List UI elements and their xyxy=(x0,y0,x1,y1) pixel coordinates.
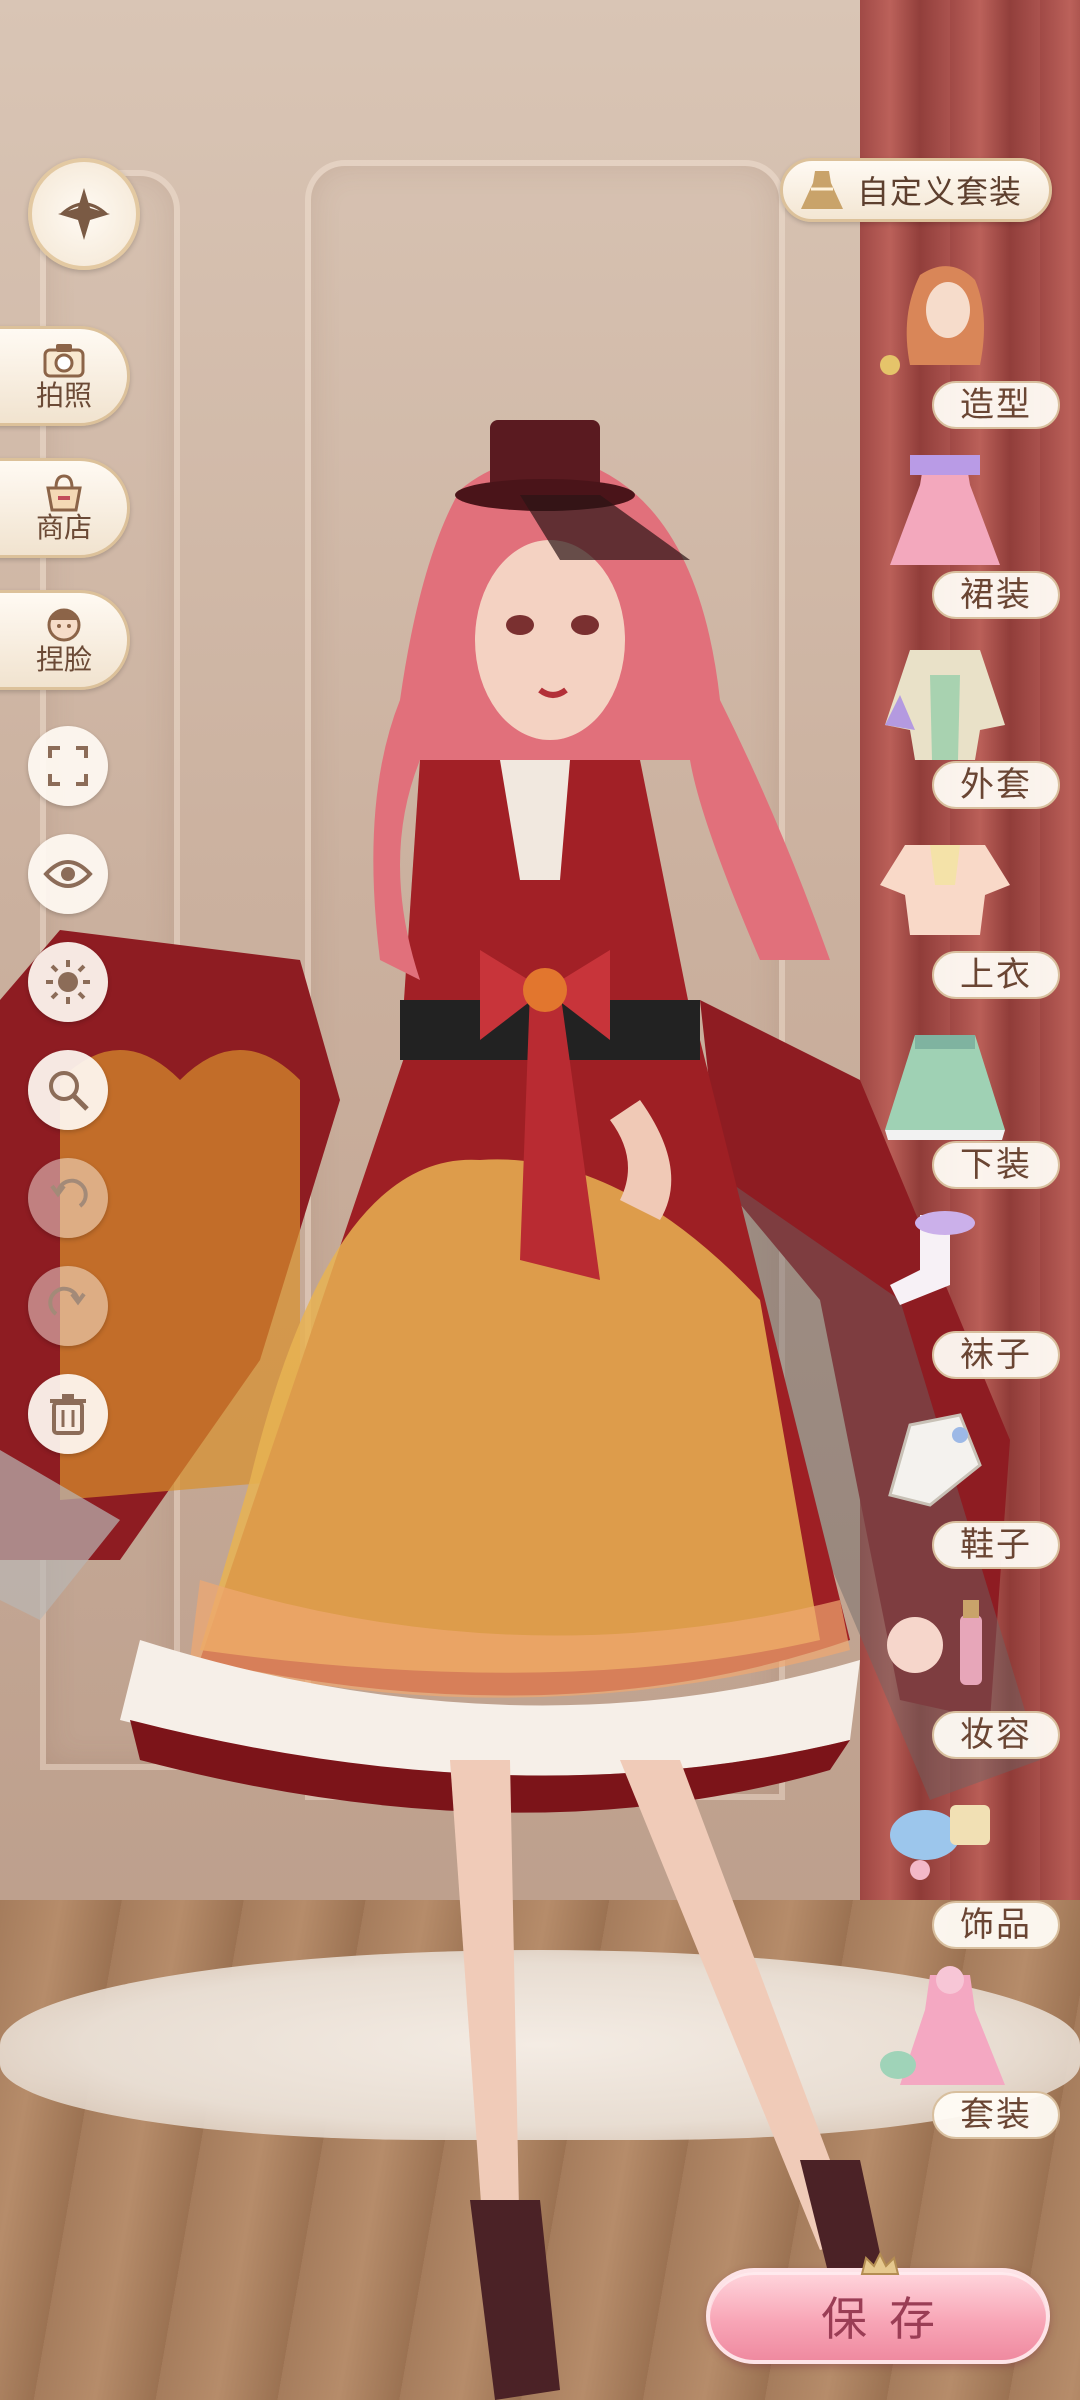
right-eye xyxy=(571,615,599,635)
delete-button[interactable] xyxy=(28,1374,108,1454)
category-dress[interactable]: 裙装 xyxy=(860,445,1070,625)
redo-icon xyxy=(48,1286,86,1316)
left-shoe xyxy=(470,2200,560,2400)
hide-ui-button[interactable] xyxy=(28,834,108,914)
goldfish-charm xyxy=(523,968,567,1012)
custom-outfit-button[interactable]: 自定义套装 xyxy=(780,158,1052,222)
shoes-icon xyxy=(888,1413,982,1507)
category-label: 鞋子 xyxy=(932,1521,1060,1569)
category-label: 造型 xyxy=(932,381,1060,429)
shop-label: 商店 xyxy=(35,511,92,544)
magnifier-icon xyxy=(49,1071,89,1111)
category-label: 袜子 xyxy=(932,1331,1060,1379)
socks-icon xyxy=(890,1211,975,1305)
outfit-set-icon xyxy=(880,1966,1005,2085)
category-socks[interactable]: 袜子 xyxy=(860,1205,1070,1385)
compass-star-icon xyxy=(58,188,110,240)
dress-icon xyxy=(801,171,843,209)
photo-label: 拍照 xyxy=(35,379,92,412)
undo-button[interactable] xyxy=(28,1158,108,1238)
dress-item-icon xyxy=(890,455,1000,565)
category-coat[interactable]: 外套 xyxy=(860,635,1070,815)
face-edit-label: 捏脸 xyxy=(35,643,92,676)
sun-icon xyxy=(46,960,90,1004)
top-icon xyxy=(880,845,1010,935)
category-hairstyle[interactable]: 造型 xyxy=(860,255,1070,435)
category-label: 外套 xyxy=(932,761,1060,809)
left-eye xyxy=(506,615,534,635)
category-shoes[interactable]: 鞋子 xyxy=(860,1395,1070,1575)
category-label: 套装 xyxy=(932,2091,1060,2139)
shop-button[interactable]: 商店 xyxy=(0,458,130,558)
face-edit-button[interactable]: 捏脸 xyxy=(0,590,130,690)
save-button[interactable]: 保存 xyxy=(706,2268,1050,2364)
category-top[interactable]: 上衣 xyxy=(860,825,1070,1005)
category-label: 上衣 xyxy=(932,951,1060,999)
undo-icon xyxy=(50,1178,88,1208)
redo-button[interactable] xyxy=(28,1266,108,1346)
fullscreen-icon xyxy=(48,746,88,786)
eye-icon xyxy=(43,860,93,888)
category-label: 裙装 xyxy=(932,571,1060,619)
category-label: 妆容 xyxy=(932,1711,1060,1759)
category-label: 下装 xyxy=(932,1141,1060,1189)
accessories-icon xyxy=(890,1805,990,1880)
skirt-icon xyxy=(885,1035,1005,1140)
shop-bag-icon xyxy=(46,474,82,512)
fullscreen-button[interactable] xyxy=(28,726,108,806)
category-makeup[interactable]: 妆容 xyxy=(860,1585,1070,1765)
coat-icon xyxy=(885,650,1005,760)
category-outfit-set[interactable]: 套装 xyxy=(860,1965,1070,2145)
camera-icon xyxy=(43,344,85,378)
face-icon xyxy=(47,608,81,642)
save-label: 保存 xyxy=(821,2292,957,2346)
crown-icon xyxy=(860,2252,900,2275)
photo-button[interactable]: 拍照 xyxy=(0,326,130,426)
category-bottom[interactable]: 下装 xyxy=(860,1015,1070,1195)
makeup-icon xyxy=(887,1600,982,1685)
custom-outfit-label: 自定义套装 xyxy=(857,173,1023,211)
lighting-button[interactable] xyxy=(28,942,108,1022)
trash-icon xyxy=(50,1394,86,1435)
zoom-button[interactable] xyxy=(28,1050,108,1130)
face xyxy=(475,540,625,740)
left-leg xyxy=(450,1760,520,2260)
navigation-compass-button[interactable] xyxy=(28,158,140,270)
category-label: 饰品 xyxy=(932,1901,1060,1949)
hairstyle-icon xyxy=(880,266,984,375)
category-accessories[interactable]: 饰品 xyxy=(860,1775,1070,1955)
